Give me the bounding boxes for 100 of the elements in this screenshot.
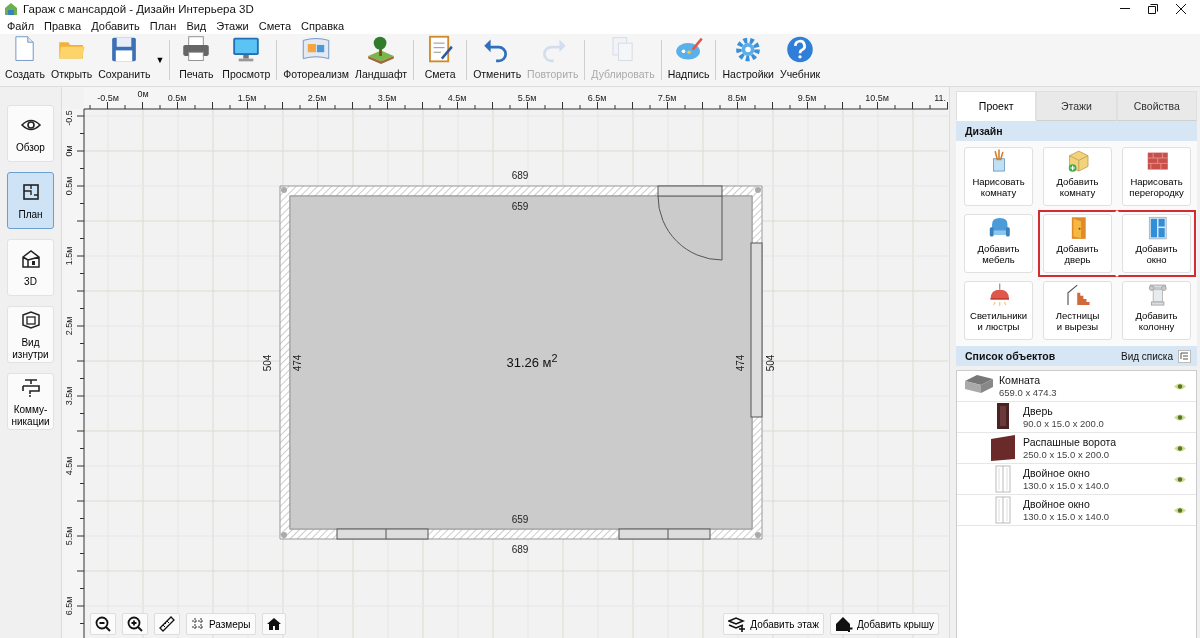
object-list-item[interactable]: Дверь 90.0 x 15.0 x 200.0: [957, 402, 1196, 433]
ruler-label: -0.5: [64, 110, 74, 126]
ruler-label: 2.5м: [64, 316, 74, 336]
eye-icon[interactable]: [1174, 474, 1186, 484]
section-title: Дизайн: [965, 125, 1003, 137]
menu-item[interactable]: Добавить: [86, 20, 145, 32]
object-name: Двойное окно: [1023, 467, 1091, 480]
object-name: Дверь: [1023, 405, 1054, 418]
house-icon: [19, 247, 42, 270]
toolbar-button[interactable]: Сохранить: [95, 34, 154, 86]
save-dropdown-button[interactable]: ▼: [153, 55, 167, 65]
ruler-label: 5.5м: [64, 526, 74, 546]
zoom-in-button[interactable]: [122, 613, 148, 635]
object-name: Распашные ворота: [1023, 436, 1118, 449]
room-cube-icon: [19, 308, 42, 331]
dimension-label: 504: [262, 354, 273, 372]
ruler-label: 0м: [64, 145, 74, 157]
toolbar-button[interactable]: Ландшафт: [352, 34, 411, 86]
toolbar-button[interactable]: Фотореализм: [280, 34, 352, 86]
list-view-label: Вид списка: [1120, 350, 1173, 362]
menu-item[interactable]: Этажи: [211, 20, 254, 32]
view-button[interactable]: 3D: [7, 239, 54, 296]
close-icon[interactable]: [1176, 4, 1186, 14]
menu-item[interactable]: Справка: [296, 20, 350, 32]
object-list-item[interactable]: Двойное окно 130.0 x 15.0 x 140.0: [957, 495, 1196, 526]
dimensions-button[interactable]: Размеры: [186, 613, 256, 635]
view-button[interactable]: Вид изнутри: [7, 306, 54, 363]
menu-item[interactable]: План: [144, 20, 182, 32]
ruler-label: 2.5м: [307, 93, 327, 103]
add-floor-button[interactable]: Добавить этаж: [723, 613, 824, 635]
view-button[interactable]: План: [7, 172, 54, 229]
section-title: Список объектов: [965, 350, 1056, 362]
object-list-item[interactable]: Распашные ворота 250.0 x 15.0 x 200.0: [957, 433, 1196, 464]
ruler-label: 0м: [137, 89, 149, 99]
object-size: 130.0 x 15.0 x 140.0: [1023, 510, 1111, 522]
design-tool-button[interactable]: Лестницы и вырезы: [1043, 281, 1112, 340]
toolbar-button[interactable]: Надпись: [664, 34, 713, 86]
ruler-label: 1.5м: [64, 246, 74, 266]
minimize-icon[interactable]: [1120, 8, 1130, 10]
toolbar-button[interactable]: Отменить: [470, 34, 525, 86]
panel-tab[interactable]: Этажи: [1036, 91, 1117, 121]
ruler-label: 0.5м: [64, 176, 74, 196]
object-list-item[interactable]: Комната 659.0 x 474.3: [957, 371, 1196, 402]
design-tool-button[interactable]: Светильники и люстры: [964, 281, 1033, 340]
panel-tab[interactable]: Свойства: [1116, 91, 1197, 121]
design-tool-button[interactable]: Добавить мебель: [964, 214, 1033, 273]
toolbar-button[interactable]: Настройки: [719, 34, 777, 86]
view-button[interactable]: Комму- никации: [7, 373, 54, 430]
layers-plus-icon: [728, 616, 747, 632]
ruler-button[interactable]: [154, 613, 180, 635]
dimensions-grid-icon: [191, 617, 205, 631]
object-name: Двойное окно: [1023, 498, 1091, 511]
zoom-out-button[interactable]: [90, 613, 116, 635]
object-list-item[interactable]: Двойное окно 130.0 x 15.0 x 140.0: [957, 464, 1196, 495]
view-button[interactable]: Обзор: [7, 105, 54, 162]
menu-item[interactable]: Правка: [39, 20, 87, 32]
object-size: 90.0 x 15.0 x 200.0: [1023, 417, 1105, 429]
ruler-label: 1.5м: [237, 93, 257, 103]
ruler-label: 7.5м: [657, 93, 677, 103]
ruler-label: -0.5м: [97, 93, 119, 103]
design-tool-button[interactable]: Добавить окно: [1122, 214, 1191, 273]
menu-item[interactable]: Смета: [253, 20, 297, 32]
toolbar-button[interactable]: Печать: [173, 34, 220, 86]
toolbar-button[interactable]: Создать: [2, 34, 48, 86]
toolbar-button[interactable]: Просмотр: [219, 34, 274, 86]
eye-icon[interactable]: [1174, 505, 1186, 515]
dimension-label: 659: [511, 514, 529, 525]
dimension-label: 689: [511, 544, 529, 555]
eye-icon[interactable]: [1174, 443, 1186, 453]
design-tool-button[interactable]: Нарисовать комнату: [964, 147, 1033, 206]
ruler-label: 5.5м: [517, 93, 537, 103]
home-icon: [266, 617, 281, 631]
toolbar-button[interactable]: Смета: [417, 34, 464, 86]
object-size: 659.0 x 474.3: [999, 386, 1058, 398]
ruler-icon: [159, 616, 175, 632]
ruler-label: 0.5м: [167, 93, 187, 103]
restore-icon[interactable]: [1148, 4, 1158, 14]
dimension-label: 474: [292, 354, 303, 372]
add-roof-button[interactable]: Добавить крышу: [829, 613, 939, 635]
toolbar-button[interactable]: Открыть: [48, 34, 96, 86]
home-button[interactable]: [261, 613, 286, 635]
design-tool-button[interactable]: Добавить колонну: [1122, 281, 1191, 340]
object-name: Комната: [999, 374, 1042, 387]
zoom-in-icon: [127, 616, 143, 632]
app-logo-icon: [4, 2, 18, 16]
room-area-label: 31.26 м$^{2}$: [505, 352, 559, 371]
menu-item[interactable]: Файл: [2, 20, 40, 32]
design-tool-button[interactable]: Добавить комнату: [1043, 147, 1112, 206]
eye-icon[interactable]: [1174, 381, 1186, 391]
design-tool-button[interactable]: Добавить дверь: [1043, 214, 1112, 273]
ruler-label: 4.5м: [64, 456, 74, 476]
design-tool-button[interactable]: Нарисовать перегородку: [1122, 147, 1191, 206]
panel-tab[interactable]: Проект: [956, 91, 1037, 121]
dimension-label: 689: [511, 170, 529, 181]
eye-icon[interactable]: [1174, 412, 1186, 422]
zoom-out-icon: [95, 616, 111, 632]
menu-item[interactable]: Вид: [181, 20, 212, 32]
toolbar-button[interactable]: Учебник: [776, 34, 824, 86]
dimension-label: 659: [511, 201, 529, 212]
dimension-label: 474: [735, 354, 746, 372]
